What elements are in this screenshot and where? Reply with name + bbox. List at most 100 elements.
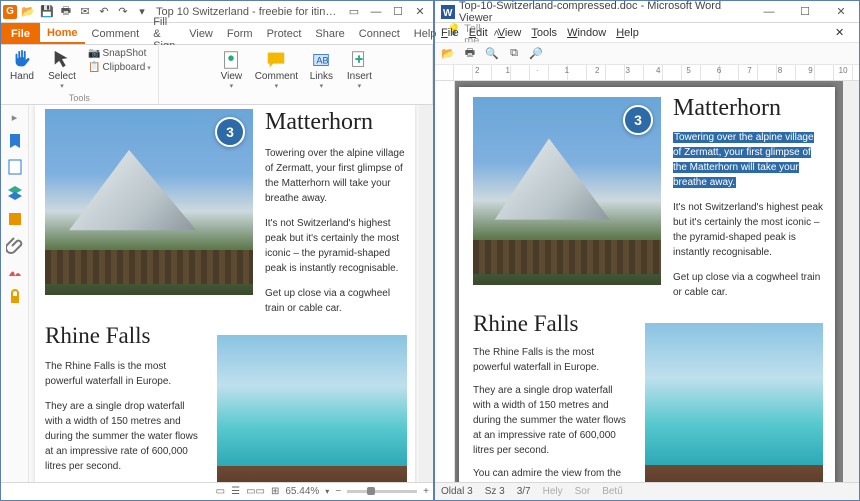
view-button[interactable]: View▾: [214, 47, 248, 90]
link-icon: AB: [310, 49, 332, 71]
qat-save-icon[interactable]: 💾: [39, 4, 55, 20]
rhine-p2: They are a single drop waterfall with a …: [45, 399, 205, 474]
menu-view[interactable]: View: [498, 27, 522, 39]
maximize-button[interactable]: ☐: [387, 3, 409, 21]
zoom-value: 65.44%: [285, 486, 319, 497]
tab-connect[interactable]: Connect: [352, 23, 407, 44]
ribbon-options-icon[interactable]: ▭: [346, 4, 362, 20]
app-logo-icon: G: [3, 5, 17, 19]
menu-file[interactable]: File: [441, 27, 459, 39]
vertical-scrollbar[interactable]: [843, 81, 859, 482]
word-icon: W: [441, 5, 455, 19]
view-cont-icon[interactable]: ☰: [231, 486, 240, 497]
menu-tools[interactable]: Tools: [531, 27, 557, 39]
zoom-icon[interactable]: 🔎: [527, 46, 545, 62]
rhine-photo: [217, 335, 407, 482]
menu-window[interactable]: Window: [567, 27, 606, 39]
select-tool-button[interactable]: Select▾: [43, 47, 81, 90]
word-viewer-window: W Top-10-Switzerland-compressed.doc - Mi…: [434, 0, 860, 501]
qat-print-icon[interactable]: 🖶: [58, 4, 74, 20]
status-sor: Sor: [575, 486, 591, 497]
cursor-icon: [51, 49, 73, 71]
rhine-title: Rhine Falls: [45, 323, 205, 349]
close-button[interactable]: ✕: [823, 1, 859, 23]
stamp-icon[interactable]: [6, 210, 24, 228]
status-hely: Hely: [543, 486, 563, 497]
pdf-viewer-window: G 📂 💾 🖶 ✉ ↶ ↷ ▾ Top 10 Switzerland - fre…: [0, 0, 434, 501]
ribbon-group-actions: View▾ Comment▾ ABLinks▾ Insert▾: [159, 45, 433, 104]
zoom-out-button[interactable]: −: [335, 486, 341, 497]
zoom-in-button[interactable]: +: [423, 486, 429, 497]
camera-icon: 📷: [88, 48, 100, 59]
close-button[interactable]: ✕: [409, 3, 431, 21]
status-bar: Oldal 3 Sz 3 3/7 Hely Sor Betű: [435, 482, 859, 500]
doc-close-button[interactable]: ✕: [835, 26, 853, 39]
qat-menu-icon[interactable]: ▾: [134, 4, 150, 20]
minimize-button[interactable]: —: [751, 1, 787, 23]
qat-open-icon[interactable]: 📂: [20, 4, 36, 20]
page-icon: [220, 49, 242, 71]
tab-view[interactable]: View: [182, 23, 220, 44]
matterhorn-photo: 3: [45, 109, 253, 295]
layers-icon[interactable]: [6, 184, 24, 202]
qat-undo-icon[interactable]: ↶: [96, 4, 112, 20]
attachment-icon[interactable]: [6, 236, 24, 254]
signature-icon[interactable]: [6, 262, 24, 280]
vertical-scrollbar[interactable]: [419, 105, 433, 482]
tab-home[interactable]: Home: [40, 23, 85, 44]
status-betu: Betű: [602, 486, 623, 497]
maximize-button[interactable]: ☐: [787, 1, 823, 23]
zoom-slider[interactable]: [347, 490, 417, 493]
hand-tool-button[interactable]: Hand: [5, 47, 39, 82]
bookmarks-icon[interactable]: [6, 132, 24, 150]
expand-icon[interactable]: ▸: [12, 111, 18, 124]
copy-icon[interactable]: ⧉: [505, 46, 523, 62]
tab-protect[interactable]: Protect: [260, 23, 309, 44]
document-area[interactable]: 3 Matterhorn Towering over the alpine vi…: [29, 105, 419, 482]
rhine-photo: 4: [645, 323, 823, 482]
tab-share[interactable]: Share: [308, 23, 351, 44]
zoom-dropdown-icon[interactable]: ▾: [325, 487, 329, 496]
matterhorn-title: Matterhorn: [673, 95, 823, 122]
menu-bar: File Edit View Tools Window Help ✕: [435, 23, 859, 43]
window-title: Top 10 Switzerland - freebie for itinera…: [153, 6, 343, 18]
qat-mail-icon[interactable]: ✉: [77, 4, 93, 20]
find-icon[interactable]: 🔍: [483, 46, 501, 62]
group-label-tools: Tools: [69, 93, 90, 104]
rhine-p3: You can admire the view from the shore o…: [473, 466, 633, 482]
rhine-title: Rhine Falls: [473, 311, 633, 337]
vertical-ruler[interactable]: [435, 81, 455, 482]
minimize-button[interactable]: —: [365, 3, 387, 21]
qat-redo-icon[interactable]: ↷: [115, 4, 131, 20]
document-area[interactable]: 3 Matterhorn Towering over the alpine vi…: [455, 81, 843, 482]
number-badge-4: 4: [785, 467, 815, 482]
security-icon[interactable]: [6, 288, 24, 306]
view-cont-facing-icon[interactable]: ⊞: [271, 486, 279, 497]
clipboard-button[interactable]: 📋Clipboard▾: [85, 61, 154, 74]
tab-comment[interactable]: Comment: [85, 23, 147, 44]
status-section: Sz 3: [485, 486, 505, 497]
view-facing-icon[interactable]: ▭▭: [246, 486, 265, 497]
snapshot-button[interactable]: 📷SnapShot: [85, 47, 154, 60]
menu-help[interactable]: Help: [616, 27, 639, 39]
links-button[interactable]: ABLinks▾: [304, 47, 338, 90]
ribbon-tabs: File Home Comment Fill & Sign View Form …: [1, 23, 433, 45]
window-title: Top-10-Switzerland-compressed.doc - Micr…: [459, 0, 751, 24]
titlebar: W Top-10-Switzerland-compressed.doc - Mi…: [435, 1, 859, 23]
tab-fill-sign[interactable]: Fill & Sign: [146, 23, 182, 44]
insert-button[interactable]: Insert▾: [342, 47, 376, 90]
tab-form[interactable]: Form: [220, 23, 260, 44]
titlebar: G 📂 💾 🖶 ✉ ↶ ↷ ▾ Top 10 Switzerland - fre…: [1, 1, 433, 23]
print-icon[interactable]: 🖶: [461, 46, 479, 62]
menu-edit[interactable]: Edit: [469, 27, 488, 39]
horizontal-ruler[interactable]: 21·123456789101112131415: [435, 65, 859, 81]
comment-button[interactable]: Comment▾: [252, 47, 300, 90]
tab-file[interactable]: File: [1, 23, 40, 44]
pages-icon[interactable]: [6, 158, 24, 176]
matterhorn-p2: It's not Switzerland's highest peak but …: [673, 200, 823, 260]
view-single-icon[interactable]: ▭: [216, 486, 225, 497]
open-icon[interactable]: 📂: [439, 46, 457, 62]
matterhorn-photo: 3: [473, 97, 661, 285]
clipboard-icon: 📋: [88, 62, 100, 73]
matterhorn-p2: It's not Switzerland's highest peak but …: [265, 216, 405, 276]
